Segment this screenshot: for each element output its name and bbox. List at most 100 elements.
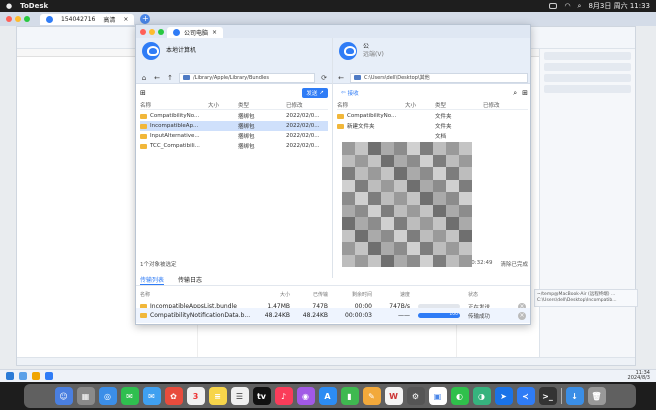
podcasts-icon[interactable]: ◉: [296, 387, 315, 405]
remote-file-row[interactable]: 新建文件夹 文件夹: [337, 121, 528, 131]
preview-icon[interactable]: ▣: [428, 387, 447, 405]
mosaic-tile: [355, 217, 368, 230]
file-modified: 2022/02/0...: [286, 113, 320, 119]
todesk-session-tab[interactable]: 154042716 高清 ×: [40, 13, 135, 25]
local-path-input[interactable]: /Library/Apple/Library/Bundles: [179, 72, 315, 83]
add-tab-button[interactable]: +: [140, 14, 151, 24]
col-name[interactable]: 名称: [140, 101, 208, 109]
ft-tab-close-icon[interactable]: ×: [212, 29, 217, 36]
reminders-icon[interactable]: ☰: [230, 387, 249, 405]
mosaic-tile: [433, 254, 446, 267]
receive-button[interactable]: ⇦ 接收: [337, 88, 363, 98]
col-name[interactable]: 名称: [337, 101, 405, 109]
tab-transfer-log[interactable]: 传输日志: [178, 275, 202, 284]
app-store-icon[interactable]: A: [318, 387, 337, 405]
terminal-icon[interactable]: >_: [538, 387, 557, 405]
transfer-row[interactable]: CompatibilityNotificationData.b... 48.24…: [136, 308, 530, 323]
mosaic-tile: [407, 167, 420, 180]
local-nav: ⌂ ← ↑ /Library/Apple/Library/Bundles ⟳: [140, 72, 328, 83]
taskbar-clock[interactable]: 11:34 2024/8/3: [628, 371, 650, 381]
col-modified[interactable]: 已修改: [483, 101, 528, 109]
todesk-dock-icon[interactable]: ➤: [494, 387, 513, 405]
mosaic-tile: [420, 167, 433, 180]
file-explorer-icon[interactable]: [32, 372, 40, 380]
calendar-icon[interactable]: 3: [186, 387, 205, 405]
doc-status-bar: [17, 357, 635, 365]
vscode-icon[interactable]: ≺: [516, 387, 535, 405]
refresh-icon[interactable]: ⟳: [320, 74, 328, 82]
remote-file-row[interactable]: CompatibilityNo... 文件夹: [337, 111, 528, 121]
apple-tv-icon[interactable]: tv: [252, 387, 271, 405]
notes-icon[interactable]: ≡: [208, 387, 227, 405]
safari-icon[interactable]: ◎: [98, 387, 117, 405]
music-icon[interactable]: ♪: [274, 387, 293, 405]
ft-close-dot[interactable]: [140, 28, 146, 35]
clear-done-button[interactable]: 清除已完成: [500, 260, 528, 268]
new-folder-icon[interactable]: ⊞: [522, 89, 528, 97]
numbers-icon[interactable]: ▮: [340, 387, 359, 405]
mosaic-tile: [433, 179, 446, 192]
search-icon[interactable]: ⌕: [578, 2, 582, 11]
menubar-clock[interactable]: 8月3日 周六 11:33: [588, 1, 650, 11]
col-size[interactable]: 大小: [208, 101, 238, 109]
file-type: 捆绑包: [238, 134, 255, 140]
mail-icon[interactable]: ✉: [142, 387, 161, 405]
local-file-row-selected[interactable]: IncompatibleAp... 捆绑包 2022/02/0...: [140, 121, 328, 131]
wechat-icon[interactable]: ◐: [450, 387, 469, 405]
taskbar-app-icon[interactable]: [19, 372, 27, 380]
new-folder-icon[interactable]: ⊞: [140, 89, 146, 97]
up-arrow-icon[interactable]: ↑: [166, 74, 174, 82]
tab-transfer-list[interactable]: 传输列表: [140, 275, 165, 285]
col-type[interactable]: 类型: [238, 101, 286, 109]
transfer-remaining: 00:00:03: [345, 312, 372, 319]
wps-icon[interactable]: W: [384, 387, 403, 405]
remote-notification[interactable]: ~/temp@MacBook-Air (远程终端) ... C:\Users\d…: [534, 289, 638, 307]
home-icon[interactable]: ⌂: [140, 74, 148, 82]
remote-file-row[interactable]: 文档: [337, 131, 528, 141]
mosaic-tile: [342, 179, 355, 192]
mosaic-tile: [381, 192, 394, 205]
search-icon[interactable]: ⌕: [513, 89, 517, 98]
launchpad-icon[interactable]: ▦: [76, 387, 95, 405]
col-type[interactable]: 类型: [435, 101, 483, 109]
send-button[interactable]: 发送 ➚: [302, 88, 328, 98]
todesk-taskbar-icon[interactable]: [45, 372, 53, 380]
trash-icon[interactable]: 🗑: [587, 387, 606, 405]
remote-path-input[interactable]: C:\Users\dell\Desktop\其他: [350, 72, 528, 83]
photos-icon[interactable]: ✿: [164, 387, 183, 405]
local-file-row[interactable]: TCC_Compatibili... 捆绑包 2022/02/0...: [140, 141, 328, 151]
close-window-button[interactable]: [6, 16, 12, 22]
apple-icon[interactable]: ●: [6, 2, 12, 10]
ft-tab[interactable]: 公司电脑 ×: [167, 27, 224, 38]
settings-gear-icon[interactable]: ⚙: [406, 387, 425, 405]
menubar-app-name[interactable]: ToDesk: [20, 2, 48, 10]
back-arrow-icon[interactable]: ←: [153, 74, 161, 82]
wifi-icon[interactable]: ◠: [564, 2, 570, 10]
file-name: 新建文件夹: [347, 124, 375, 130]
mosaic-tile: [459, 142, 472, 155]
ft-min-dot[interactable]: [149, 28, 155, 35]
col-modified[interactable]: 已修改: [286, 101, 328, 109]
remove-transfer-icon[interactable]: ×: [518, 311, 526, 320]
battery-icon[interactable]: [549, 3, 558, 9]
back-arrow-icon[interactable]: ←: [337, 74, 345, 82]
messages-icon[interactable]: ✉: [120, 387, 139, 405]
local-file-row[interactable]: InputAlternative... 捆绑包 2022/02/0...: [140, 131, 328, 141]
chat-icon[interactable]: ◑: [472, 387, 491, 405]
windows-start-icon[interactable]: [6, 372, 14, 380]
mosaic-tile: [355, 254, 368, 267]
zoom-window-button[interactable]: [24, 16, 30, 22]
mosaic-tile: [459, 167, 472, 180]
mosaic-tile: [433, 192, 446, 205]
close-tab-icon[interactable]: ×: [123, 16, 128, 23]
downloads-folder-icon[interactable]: ↓: [565, 387, 584, 405]
local-file-row[interactable]: CompatibilityNo... 捆绑包 2022/02/0...: [140, 111, 328, 121]
finder-icon[interactable]: ☺: [54, 387, 73, 405]
doc-side-panel: [539, 49, 635, 359]
local-selection-status: 1个对象被选定: [140, 262, 177, 268]
col-size[interactable]: 大小: [405, 101, 435, 109]
pages-icon[interactable]: ✎: [362, 387, 381, 405]
minimize-window-button[interactable]: [15, 16, 21, 22]
ft-zoom-dot[interactable]: [158, 28, 164, 35]
mosaic-tile: [355, 242, 368, 255]
